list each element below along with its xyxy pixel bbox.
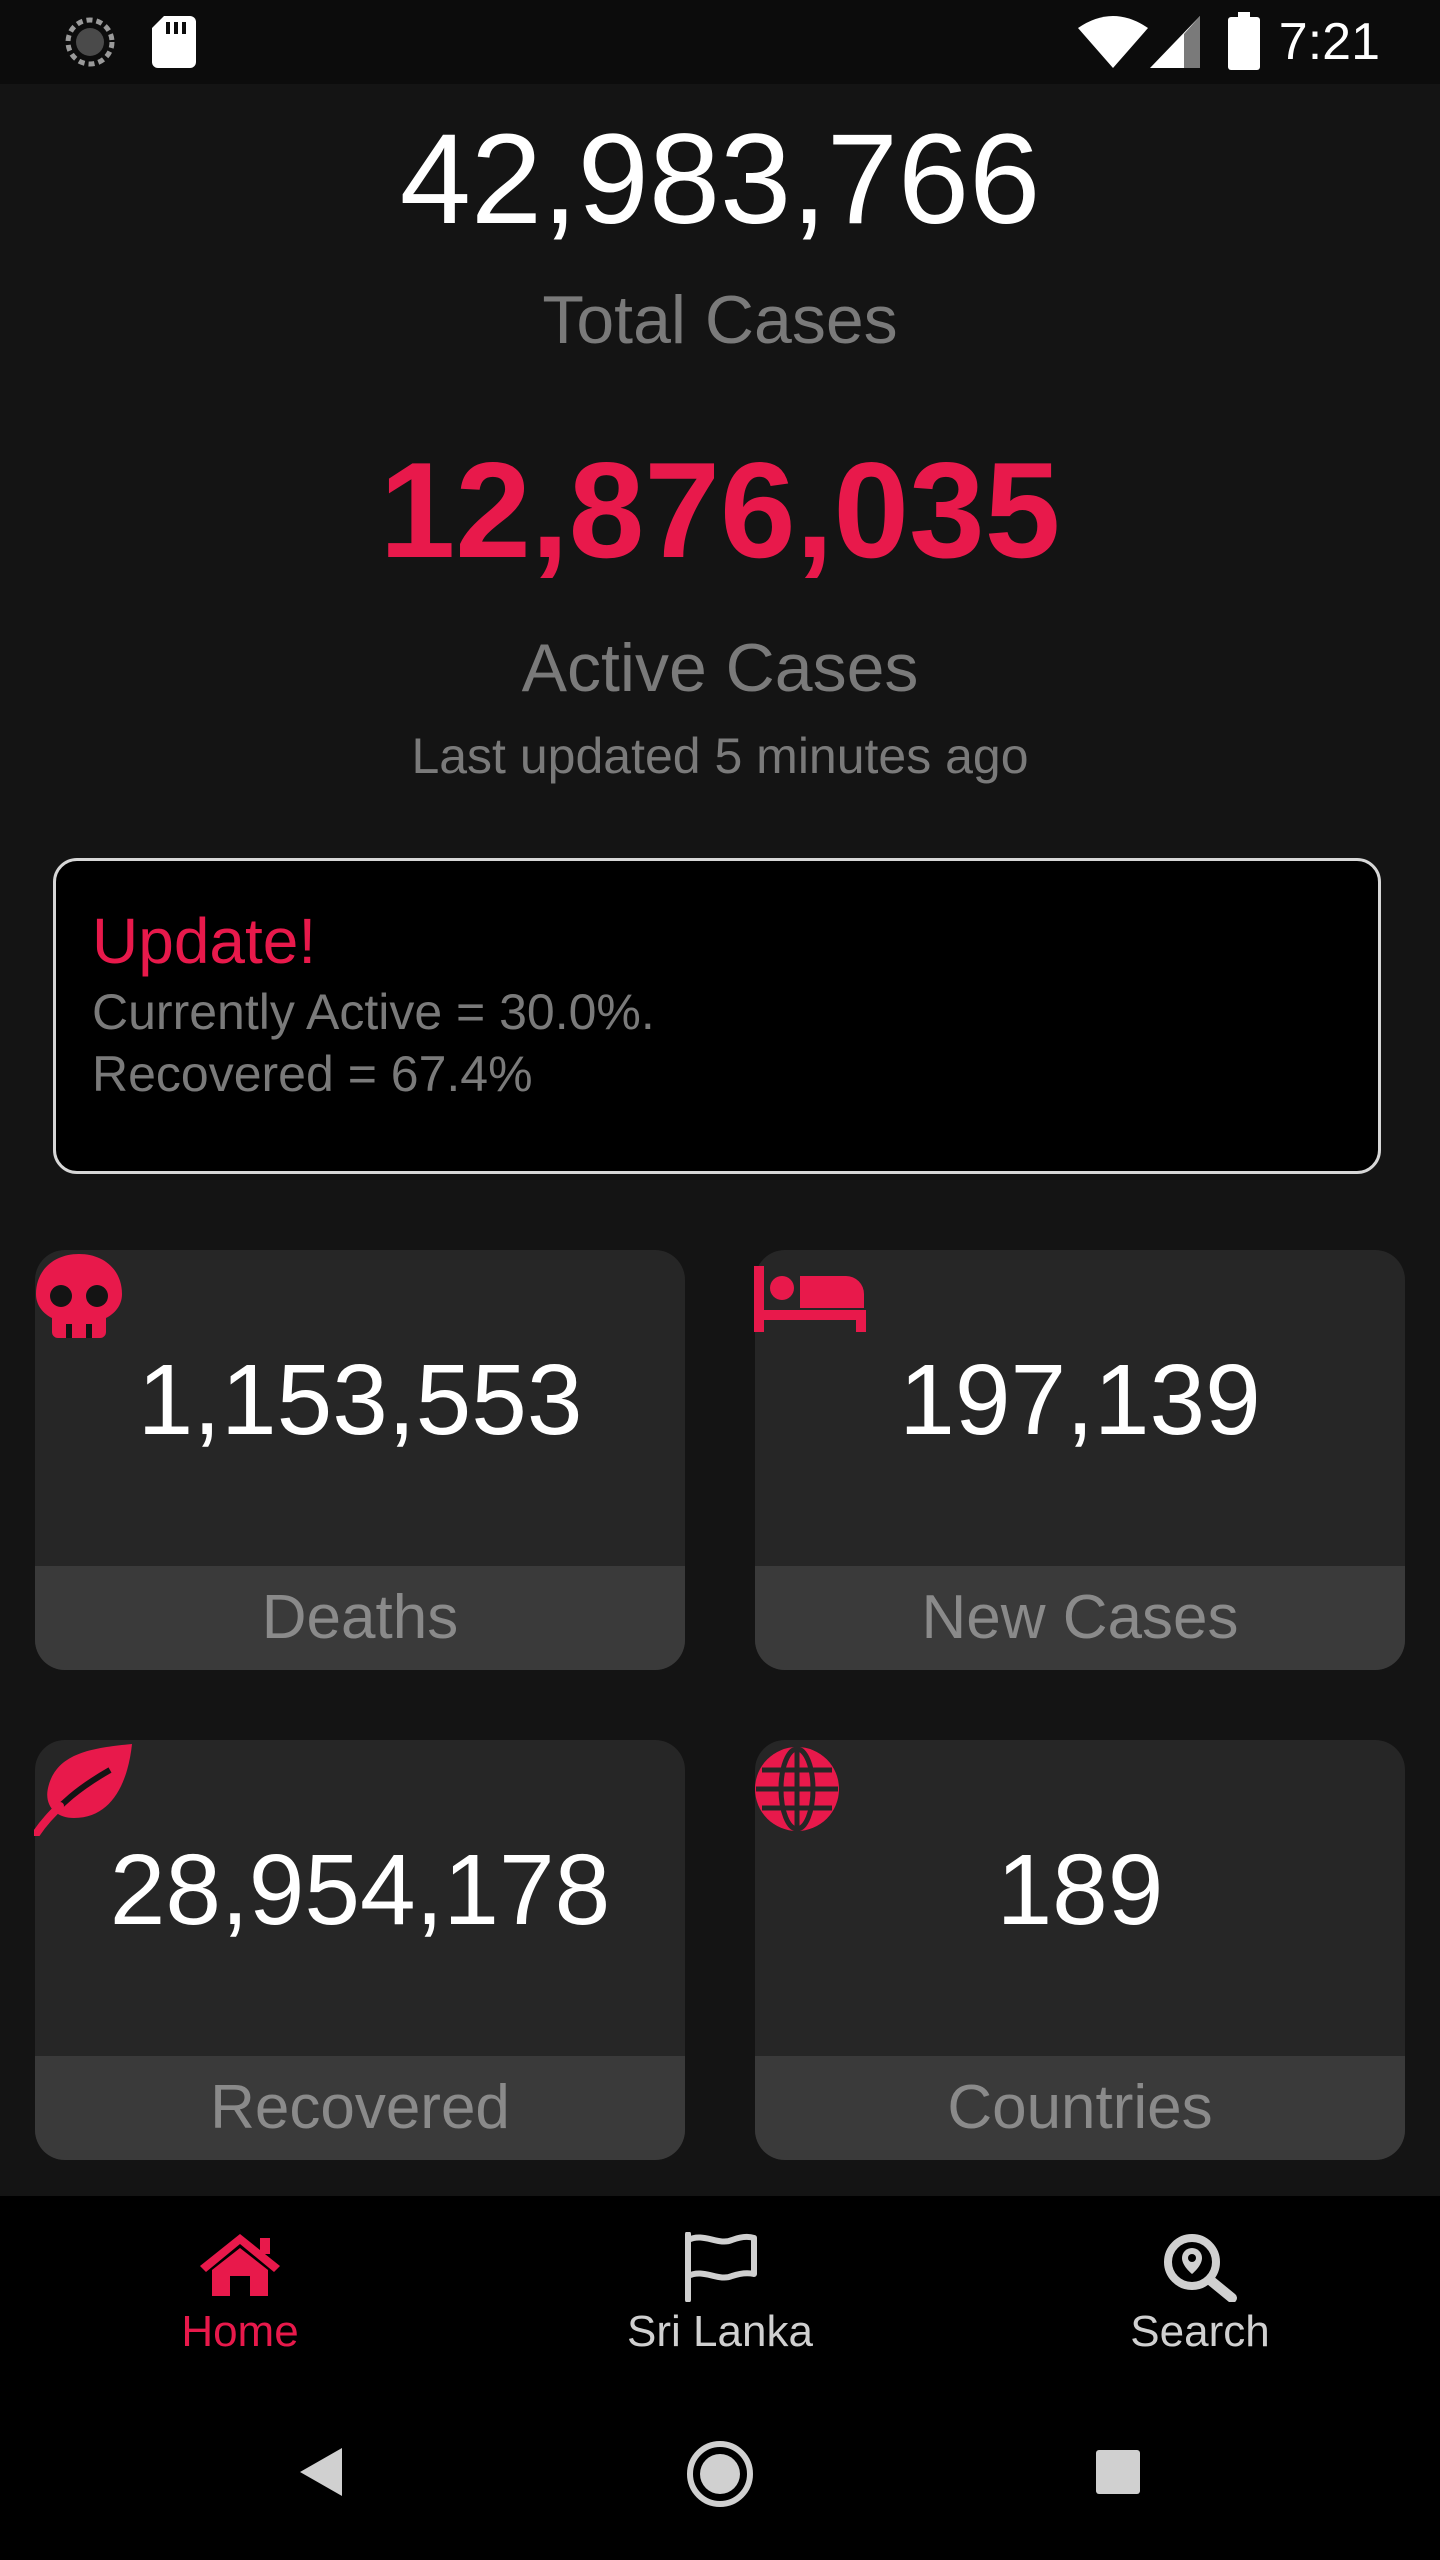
- system-navigation-bar: [0, 2396, 1440, 2560]
- wifi-icon: [1078, 16, 1148, 68]
- nav-home[interactable]: Home: [0, 2196, 480, 2396]
- countries-card[interactable]: 189 Countries: [755, 1740, 1405, 2160]
- search-location-icon: [1164, 2234, 1237, 2302]
- status-bar: 7:21: [0, 0, 1440, 84]
- back-icon[interactable]: [298, 2446, 344, 2498]
- countries-value: 189: [996, 1834, 1164, 1946]
- countries-footer: Countries: [755, 2056, 1405, 2160]
- update-active-percent: Currently Active = 30.0%.: [92, 984, 655, 1040]
- deaths-footer: Deaths: [35, 1566, 685, 1670]
- nav-search-label: Search: [1130, 2307, 1270, 2356]
- battery-icon: [1228, 12, 1260, 70]
- flag-icon: [685, 2232, 757, 2302]
- nav-search[interactable]: Search: [960, 2196, 1440, 2396]
- active-cases-label: Active Cases: [521, 630, 919, 706]
- recents-icon[interactable]: [1096, 2450, 1140, 2494]
- loading-icon: [65, 17, 115, 67]
- bottom-navigation: Home Sri Lanka Search: [0, 2196, 1440, 2396]
- new-cases-value: 197,139: [899, 1344, 1261, 1456]
- nav-sri-lanka[interactable]: Sri Lanka: [480, 2196, 960, 2396]
- sd-card-icon: [152, 16, 196, 68]
- total-cases-value: 42,983,766: [399, 108, 1041, 251]
- app-screen: 7:21 42,983,766 Total Cases 12,876,035 A…: [0, 0, 1440, 2560]
- cell-signal-icon: [1150, 16, 1200, 68]
- recovered-label: Recovered: [210, 2073, 510, 2142]
- home-circle-icon[interactable]: [686, 2440, 754, 2508]
- countries-label: Countries: [947, 2073, 1213, 2142]
- last-updated-text: Last updated 5 minutes ago: [411, 728, 1029, 784]
- recovered-footer: Recovered: [35, 2056, 685, 2160]
- deaths-value: 1,153,553: [137, 1344, 583, 1456]
- globe-icon: [755, 1746, 839, 1832]
- new-cases-label: New Cases: [921, 1583, 1239, 1652]
- total-cases-label: Total Cases: [542, 282, 898, 358]
- recovered-value: 28,954,178: [109, 1834, 611, 1946]
- update-card: Update! Currently Active = 30.0%. Recove…: [53, 858, 1381, 1174]
- bed-icon: [754, 1266, 866, 1332]
- leaf-icon: [34, 1744, 132, 1836]
- update-recovered-percent: Recovered = 67.4%: [92, 1046, 533, 1102]
- active-cases-value: 12,876,035: [379, 434, 1061, 586]
- skull-icon: [36, 1254, 122, 1338]
- nav-sri-lanka-label: Sri Lanka: [627, 2307, 813, 2356]
- update-title: Update!: [92, 905, 317, 977]
- home-icon: [200, 2234, 280, 2296]
- deaths-label: Deaths: [261, 1583, 459, 1652]
- new-cases-footer: New Cases: [755, 1566, 1405, 1670]
- deaths-card[interactable]: 1,153,553 Deaths: [35, 1250, 685, 1670]
- nav-home-label: Home: [181, 2307, 299, 2356]
- status-time: 7:21: [1278, 13, 1380, 71]
